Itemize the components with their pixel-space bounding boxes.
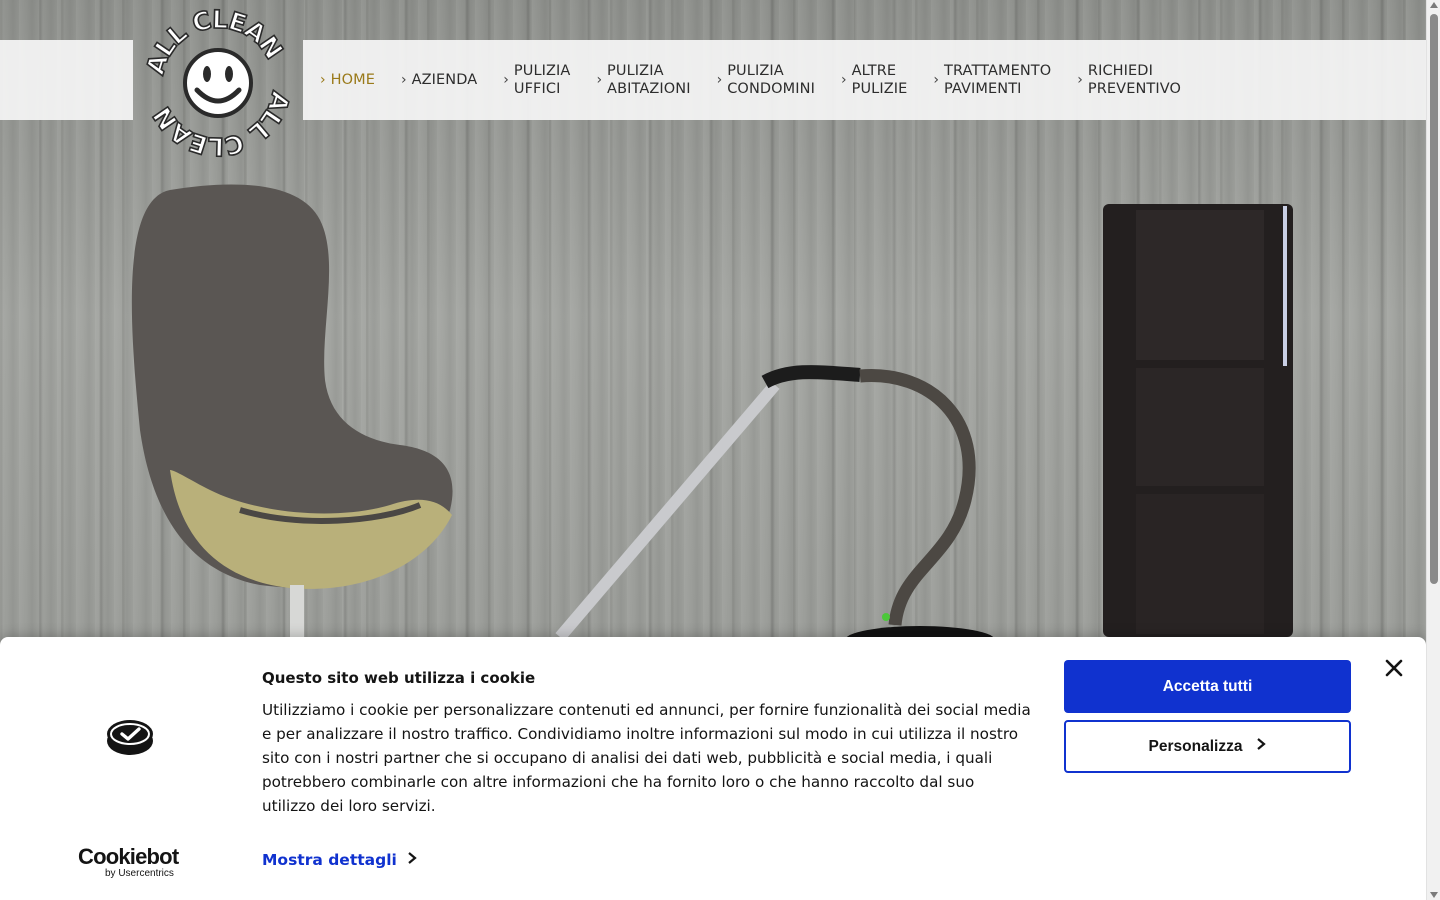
nav-label: PULIZIA ABITAZIONI [607,63,691,97]
cookiebot-logo[interactable]: Cookiebot by Usercentrics [78,844,179,880]
close-icon[interactable] [1384,658,1404,678]
chevron-right-icon [407,850,417,869]
scroll-down-icon[interactable] [1430,892,1438,898]
chevron-right-icon: › [503,72,509,88]
cookiebot-subline: by Usercentrics [105,868,174,879]
nav-label: PULIZIA UFFICI [513,63,571,97]
chevron-right-icon: › [716,72,723,88]
chevron-right-icon [1256,737,1267,756]
chevron-right-icon: › [933,72,939,88]
nav-item-pulizia-condomini[interactable]: › PULIZIA CONDOMINI [717,62,815,98]
scroll-up-icon[interactable] [1430,2,1438,8]
cabinet-illustration [1103,204,1293,637]
chevron-right-icon: › [596,72,603,88]
nav-item-home[interactable]: › HOME [320,71,375,89]
nav-item-azienda[interactable]: › AZIENDA [401,71,477,89]
vacuum-illustration [555,365,995,654]
main-navigation: › HOME › AZIENDA › PULIZIA UFFICI › PULI… [320,40,1207,120]
nav-label: PULIZIA CONDOMINI [727,63,815,97]
chevron-right-icon: › [840,72,847,88]
chevron-right-icon: › [401,72,407,88]
nav-label: AZIENDA [411,72,478,88]
show-details-link[interactable]: Mostra dettagli [262,850,417,869]
accept-all-button[interactable]: Accetta tutti [1064,660,1351,713]
cookie-banner-title: Questo sito web utilizza i cookie [262,669,536,687]
nav-item-trattamento-pavimenti[interactable]: › TRATTAMENTO PAVIMENTI [933,62,1051,98]
smiley-sun-logo-icon: ALL CLEAN ALL CLEAN [140,4,297,162]
customize-button[interactable]: Personalizza [1064,720,1351,773]
header-left-panel [0,40,133,120]
page-scrollbar[interactable] [1426,0,1440,900]
nav-item-pulizia-abitazioni[interactable]: › PULIZIA ABITAZIONI [596,62,690,98]
cookiebot-wordmark: Cookiebot [78,844,179,869]
cookiebot-brand-icon [107,720,153,755]
customize-label: Personalizza [1148,737,1243,755]
cookie-banner-text: Utilizziamo i cookie per personalizzare … [262,701,1031,815]
chevron-right-icon: › [1077,72,1083,88]
site-logo[interactable]: ALL CLEAN ALL CLEAN [140,4,297,162]
nav-label: TRATTAMENTO PAVIMENTI [944,63,1052,97]
nav-label: HOME [330,72,375,88]
nav-item-altre-pulizie[interactable]: › ALTRE PULIZIE [841,62,907,98]
scrollbar-thumb[interactable] [1430,14,1438,584]
nav-item-richiedi-preventivo[interactable]: › RICHIEDI PREVENTIVO [1077,62,1181,98]
chair-illustration [131,184,453,637]
nav-label: RICHIEDI PREVENTIVO [1087,63,1182,97]
chevron-right-icon: › [320,72,326,88]
nav-label: ALTRE PULIZIE [851,63,908,97]
show-details-label: Mostra dettagli [262,850,397,869]
nav-item-pulizia-uffici[interactable]: › PULIZIA UFFICI [503,62,570,98]
